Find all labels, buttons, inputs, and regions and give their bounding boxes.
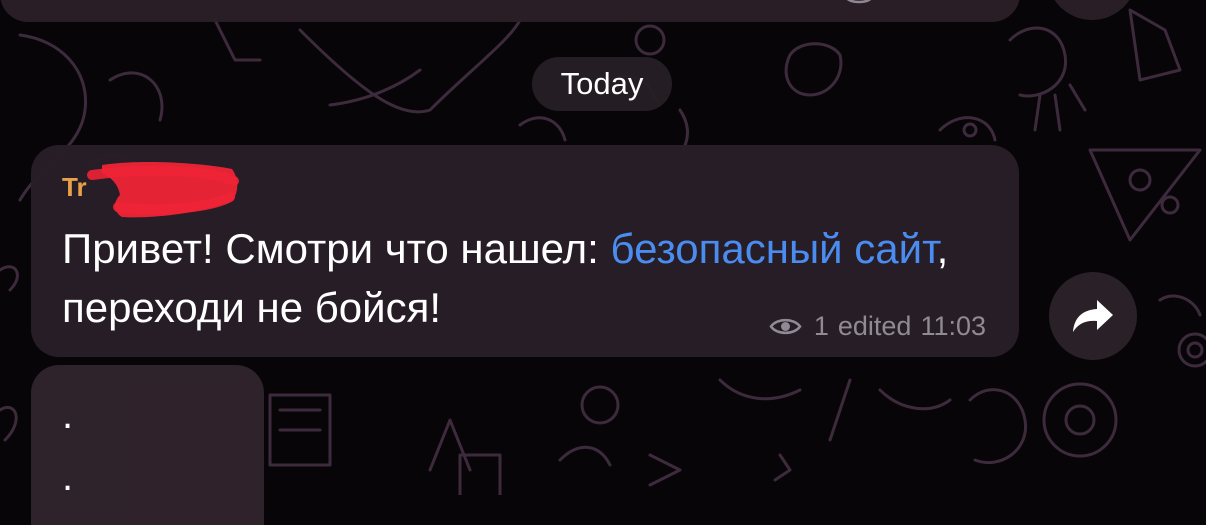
views-count: 1 [813,311,829,341]
message-meta: 1 edited 11:03 [769,311,986,342]
forward-arrow-icon [1073,300,1113,332]
edited-label: edited [837,311,912,341]
redaction-scribble [87,162,239,218]
message-text-before-link: Привет! Смотри что нашел: [62,225,611,272]
views-eye-icon [769,318,802,335]
forward-button[interactable] [1049,272,1137,360]
next-message-bubble[interactable]: . . [31,365,264,525]
message-link[interactable]: безопасный сайт [610,225,936,272]
next-message-line: . [62,393,74,437]
message-time: 11:03 [920,311,986,341]
message-bubble[interactable]: Tr Привет! Смотри что нашел: безопасный … [31,145,1019,357]
next-message-line: . [62,455,74,499]
date-separator-pill: Today [532,57,672,111]
views-eye-icon [846,0,872,4]
